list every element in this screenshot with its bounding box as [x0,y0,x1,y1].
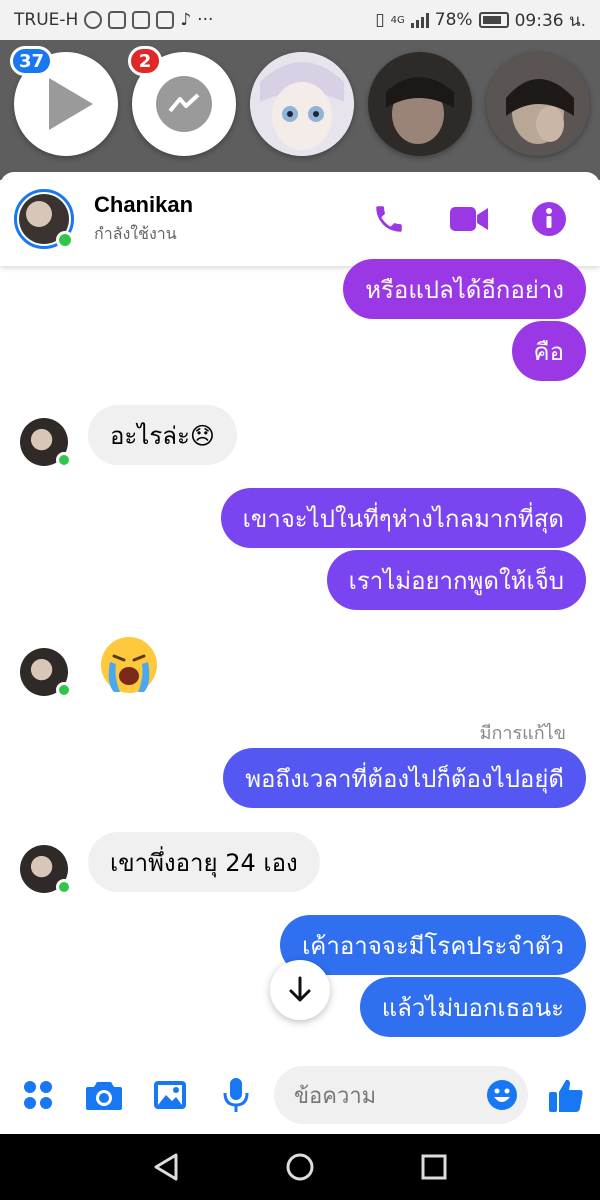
thumbs-up-icon [549,1079,583,1112]
like-button[interactable] [546,1075,586,1115]
video-call-button[interactable] [448,198,490,240]
camera-icon [86,1082,122,1110]
contact-message-avatar[interactable] [20,845,72,895]
contact-message-avatar[interactable] [20,418,72,468]
message-bubble-out[interactable]: หรือแปลได้อีกอย่าง [343,259,586,319]
more-notifications-icon: ··· [197,10,214,30]
info-icon [532,202,566,236]
message-bubble-out[interactable]: เค้าอาจจะมีโรคประจำตัว [280,915,586,975]
message-bubble-in[interactable]: เขาพึ่งอายุ 24 เอง [88,832,320,892]
edited-label: มีการแก้ไข [479,723,566,744]
recent-apps-icon[interactable] [420,1153,448,1181]
voice-message-button[interactable] [216,1075,256,1115]
online-indicator [56,879,72,895]
online-indicator [56,682,72,698]
shop-notification-icon [132,11,151,29]
video-play-icon [49,78,93,130]
messenger-icon [156,76,212,132]
chat-header: Chanikan กำลังใช้งาน [0,172,600,266]
image-icon [154,1081,186,1109]
chat-head-messenger[interactable]: 2 [128,46,236,156]
info-button[interactable] [528,198,570,240]
unread-badge: 2 [128,46,162,76]
clock: 09:36 น. [514,10,586,31]
system-navigation-bar [0,1134,600,1200]
message-bubble-out[interactable]: พอถึงเวลาที่ต้องไปก็ต้องไปอยุ่ดี [223,748,586,808]
messenger-notification-icon [84,11,103,29]
chat-head-photo-1[interactable] [368,52,472,156]
grid-dots-icon [24,1081,52,1109]
online-indicator [56,452,72,468]
tiktok-notification-icon: ♪ [180,10,192,30]
carrier-name: TRUE-H [14,10,79,30]
contact-status: กำลังใช้งาน [94,223,177,243]
anime-avatar-image [250,52,354,156]
message-list[interactable]: หรือแปลได้อีกอย่าง คือ อะไรล่ะ😞 เขาจะไปใ… [0,259,600,1056]
signal-icon [410,12,429,28]
online-indicator [56,231,74,249]
message-composer: ข้อความ [0,1056,600,1134]
message-input-placeholder: ข้อความ [294,1083,377,1109]
instagram-notification-icon [156,11,175,29]
message-bubble-out[interactable]: คือ [511,321,586,381]
chat-head-anime-avatar[interactable] [250,52,354,156]
microphone-icon [223,1078,249,1112]
network-type: 4G [390,14,405,26]
message-bubble-out[interactable]: เราไม่อยากพูดให้เจ็บ [326,550,586,610]
message-bubble-out[interactable]: เขาจะไปในที่ๆห่างไกลมากที่สุด [220,488,586,548]
person-avatar-image [486,52,590,156]
message-bubble-out[interactable]: แล้วไม่บอกเธอนะ [359,977,586,1037]
chat-head-photo-2[interactable] [486,52,590,156]
battery-icon [478,12,509,28]
unread-badge: 37 [10,46,54,76]
emoji-picker-icon[interactable] [486,1079,518,1111]
message-bubble-in[interactable]: อะไรล่ะ😞 [88,405,237,465]
gallery-button[interactable] [150,1075,190,1115]
voice-call-button[interactable] [368,198,410,240]
contact-message-avatar[interactable] [20,648,72,698]
camera-button[interactable] [84,1075,124,1115]
contact-avatar[interactable] [14,189,74,249]
home-icon[interactable] [285,1152,315,1182]
battery-percent: 78% [434,10,473,30]
contact-name: Chanikan [94,191,194,217]
video-camera-icon [450,207,488,231]
arrow-down-icon [289,976,311,1002]
status-bar: TRUE-H ♪ ··· ▯ 4G 78% 09:36 น. [0,0,600,40]
scroll-to-bottom-button[interactable] [270,960,330,1020]
vibrate-icon: ▯ [375,10,385,30]
shield-notification-icon [108,11,127,29]
more-actions-button[interactable] [18,1075,58,1115]
crying-emoji-icon[interactable] [98,634,160,696]
contact-info[interactable]: Chanikan กำลังใช้งาน [94,192,368,247]
message-input[interactable]: ข้อความ [274,1066,528,1124]
phone-icon [376,206,402,232]
back-icon[interactable] [152,1152,180,1182]
person-avatar-image [368,52,472,156]
chat-head-video[interactable]: 37 [10,46,118,156]
